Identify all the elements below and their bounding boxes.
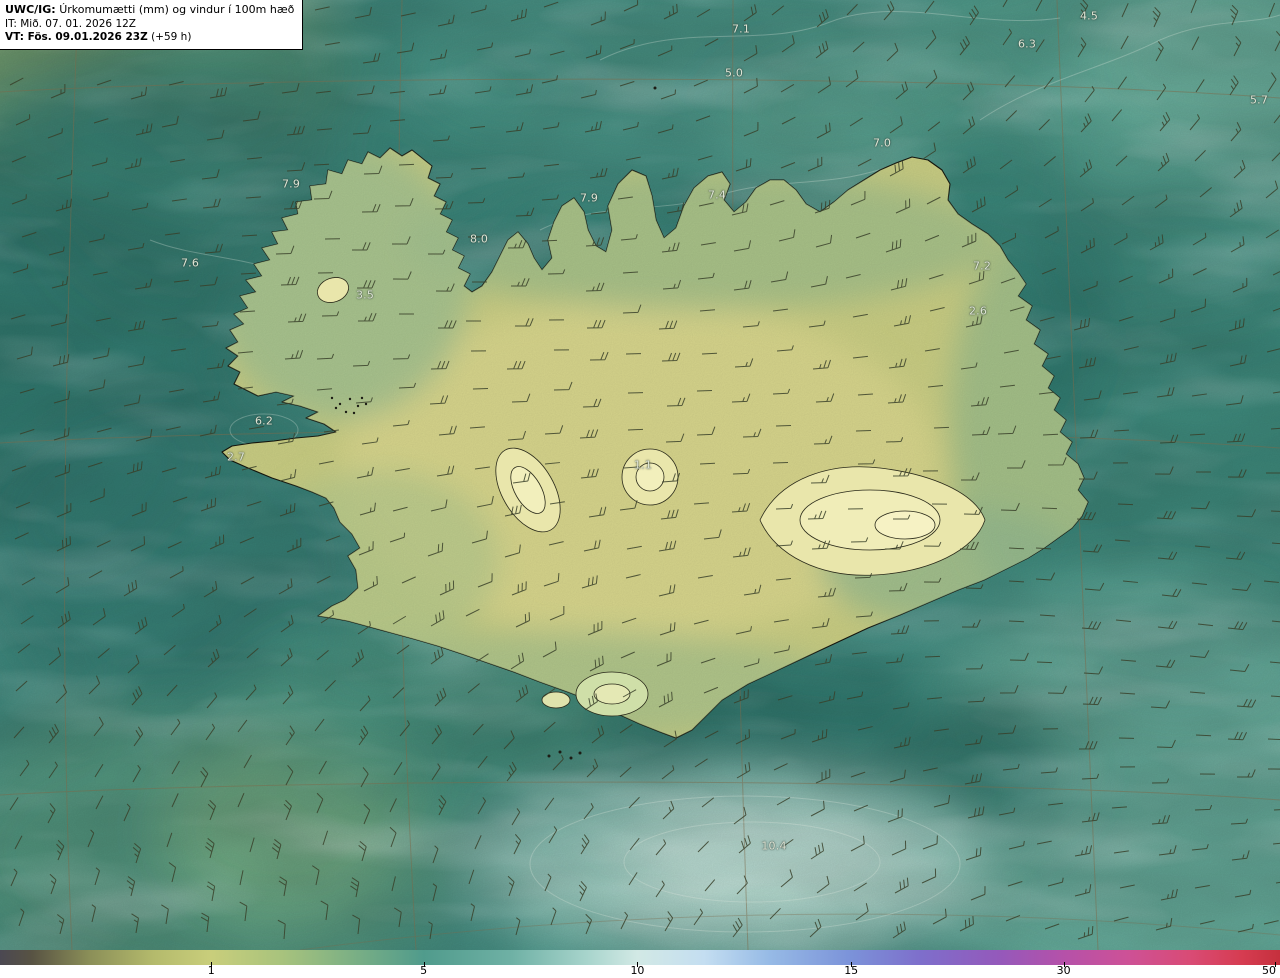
forecast-info-box: UWC/IG: Úrkomumætti (mm) og vindur í 100… [0,0,304,51]
wind-barb-icon [855,429,872,432]
wind-barb-icon [627,428,644,431]
weather-map-canvas: 7.1 4.5 6.3 5.0 5.7 7.0 7.9 7.9 7.4 8.0 7.6 7.2 3.5 2… [0,0,1280,950]
wind-barb-icon [924,655,941,658]
wind-barb-icon [1008,620,1025,623]
precipitation-colorbar: 1 5 10 15 30 50 [0,950,1280,978]
colorbar-tick-1: 1 [207,962,215,977]
model-id: UWC/IG: [5,3,56,16]
wind-barb-icon [775,424,792,427]
valid-time: VT: Fös. 09.01.2026 23Z [5,31,148,44]
wind-barb-icon [1267,738,1280,741]
wind-barb-icon [541,239,558,242]
wind-barb-icon [1042,433,1059,436]
colorbar-gradient [0,950,1280,965]
wind-barb-icon [398,163,415,166]
colorbar-tick-5: 5 [420,962,428,977]
wind-barb-icon [1036,661,1053,664]
map-title-line: UWC/IG: Úrkomumætti (mm) og vindur í 100… [5,3,294,18]
init-time: IT: Mið. 07. 01. 2026 12Z [5,17,136,30]
colorbar-tick-30: 30 [1056,962,1071,977]
wind-barb-icon [1117,503,1134,506]
colorbar-tick-15: 15 [844,962,859,977]
wind-barb-icon [696,389,713,392]
wind-barb-icon [1041,507,1058,510]
map-title: Úrkomumætti (mm) og vindur í 100m hæð [59,3,295,16]
colorbar-tick-50: 50 [1261,962,1276,977]
wind-barb-icon [933,426,950,429]
colorbar-ticks: 1 5 10 15 30 50 [0,962,1280,978]
valid-time-line: VT: Fös. 09.01.2026 23Z (+59 h) [5,31,294,45]
precipitation-wind-map-svg [0,0,1280,950]
valid-time-offset: (+59 h) [151,31,192,44]
colorbar-tick-10: 10 [630,962,645,977]
